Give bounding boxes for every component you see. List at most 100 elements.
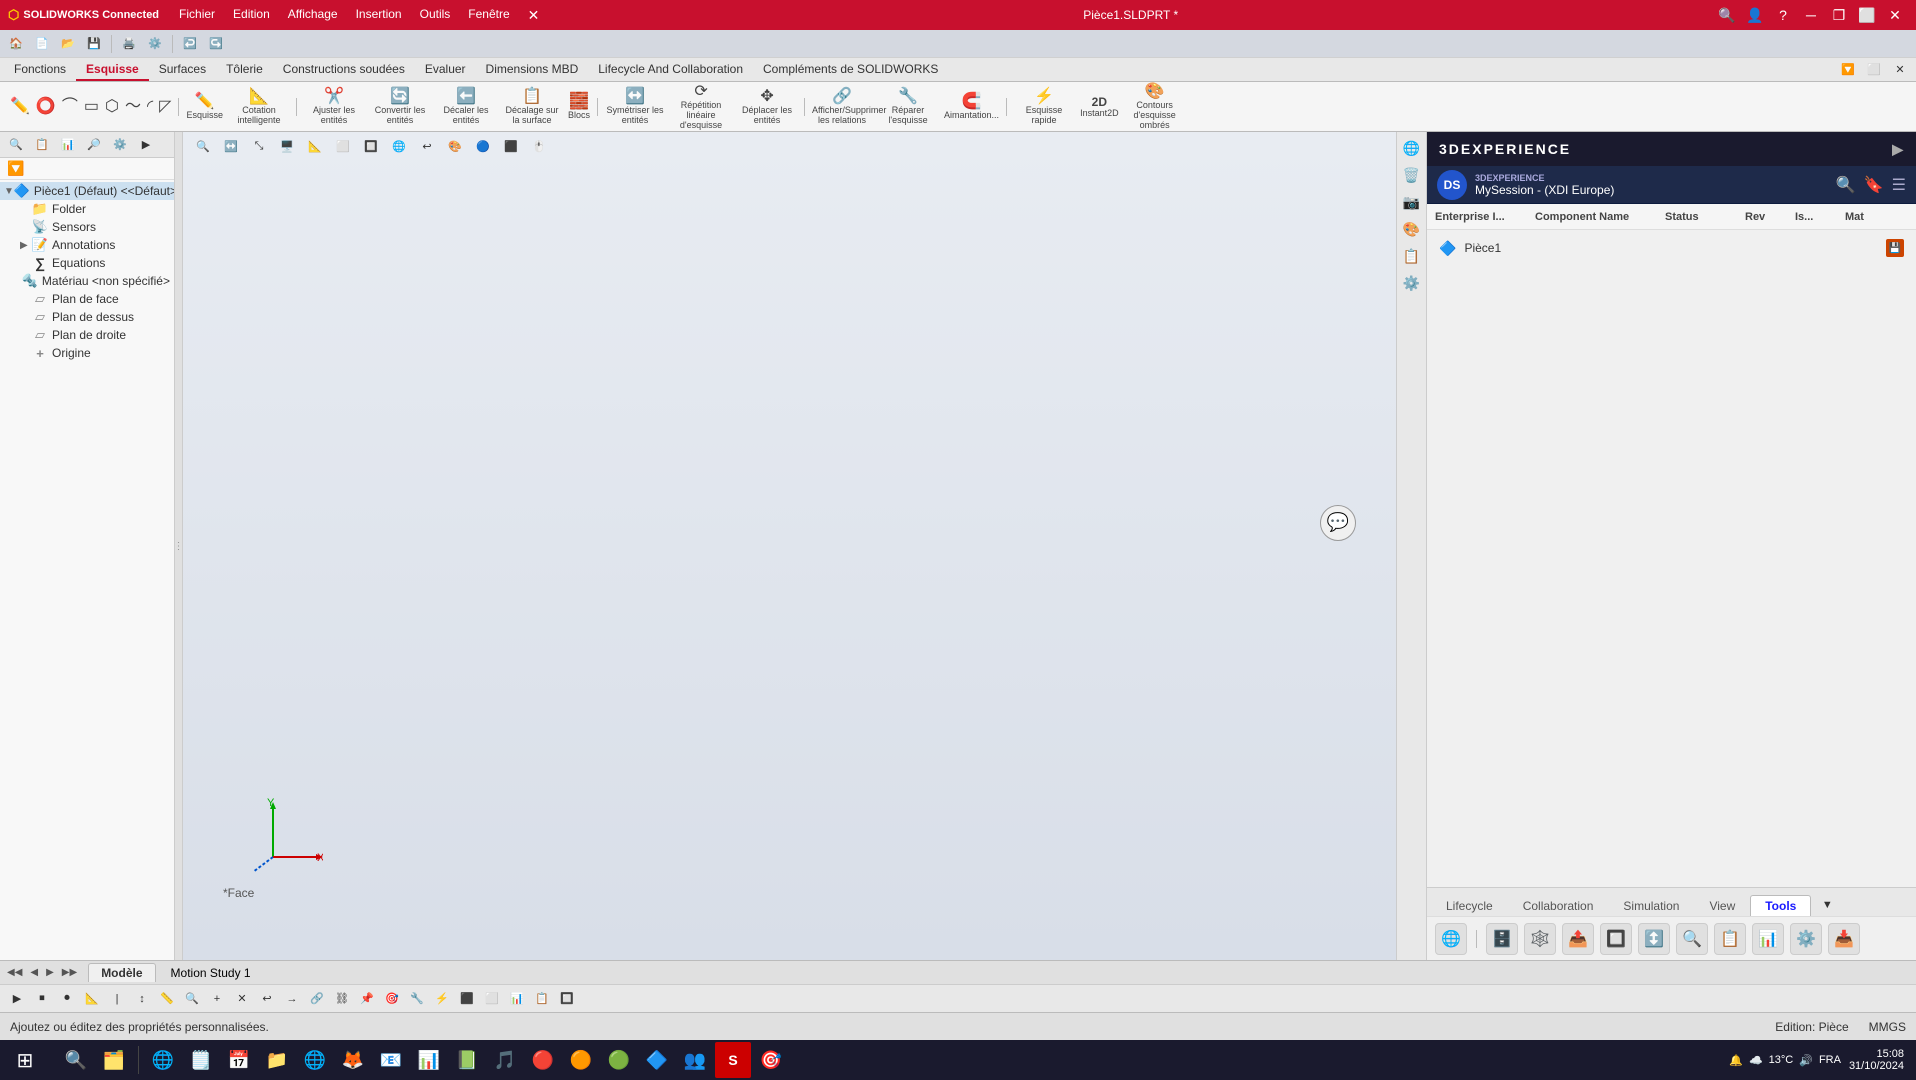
tree-item-folder[interactable]: 📁 Folder: [0, 200, 174, 218]
tab-simulation[interactable]: Simulation: [1608, 895, 1694, 916]
tool-spline[interactable]: 〜: [123, 97, 143, 117]
menu-close-icon[interactable]: ✕: [520, 5, 548, 26]
mt-btn-16[interactable]: 🎯: [381, 988, 403, 1010]
tree-options-icon[interactable]: ⚙️: [108, 134, 132, 156]
sidebar-resize-handle[interactable]: ⋮: [175, 132, 183, 960]
ribbon-minimize-icon[interactable]: 🔽: [1836, 59, 1860, 81]
undo-icon[interactable]: ↩️: [178, 33, 202, 55]
taskbar-notepad-icon[interactable]: 🗒️: [183, 1042, 219, 1078]
vp-tool-6[interactable]: ⬜: [331, 135, 355, 157]
tab-dimensions-mbd[interactable]: Dimensions MBD: [476, 59, 589, 81]
mt-btn-9[interactable]: +: [206, 988, 228, 1010]
tree-item-material[interactable]: 🔩 Matériau <non spécifié>: [0, 272, 174, 290]
menu-insertion[interactable]: Insertion: [348, 5, 410, 26]
menu-fichier[interactable]: Fichier: [171, 5, 223, 26]
taskbar-taskview-icon[interactable]: 🗂️: [96, 1042, 132, 1078]
vp-tool-5[interactable]: 📐: [303, 135, 327, 157]
close-icon[interactable]: ✕: [1882, 5, 1908, 25]
tool-circle[interactable]: ⭕: [34, 97, 58, 117]
redo-icon[interactable]: ↪️: [204, 33, 228, 55]
tab-tolerie[interactable]: Tôlerie: [216, 59, 273, 81]
vp-tool-8[interactable]: 🌐: [387, 135, 411, 157]
tab-view[interactable]: View: [1694, 895, 1750, 916]
mt-btn-7[interactable]: 📏: [156, 988, 178, 1010]
home-icon[interactable]: 🏠: [4, 33, 28, 55]
taskbar-search-icon[interactable]: 🔍: [58, 1042, 94, 1078]
vp-tool-1[interactable]: 🔍: [191, 135, 215, 157]
tool-chamfer[interactable]: ◸: [157, 97, 173, 117]
taskbar-excel2-icon[interactable]: 📗: [449, 1042, 485, 1078]
vp-r-snapshot-icon[interactable]: 📷: [1400, 190, 1424, 214]
mt-btn-5[interactable]: |: [106, 988, 128, 1010]
start-button[interactable]: ⊞: [0, 1040, 50, 1080]
rt-btn-10[interactable]: ⚙️: [1790, 923, 1822, 955]
tool-reparer[interactable]: 🔧Réparer l'esquisse: [876, 87, 940, 127]
tab-surfaces[interactable]: Surfaces: [149, 59, 216, 81]
notification-icon[interactable]: 🔔: [1729, 1054, 1743, 1067]
language-indicator[interactable]: FRA: [1819, 1054, 1841, 1066]
tool-contours-ombrés[interactable]: 🎨Contours d'esquisse ombrés: [1123, 82, 1187, 131]
taskbar-blue-icon[interactable]: 🔷: [639, 1042, 675, 1078]
restore-icon[interactable]: ❐: [1826, 5, 1852, 25]
mt-btn-3[interactable]: ⏺: [56, 988, 78, 1010]
tab-tools[interactable]: Tools: [1750, 895, 1811, 916]
mt-btn-12[interactable]: →: [281, 988, 303, 1010]
open-icon[interactable]: 📂: [56, 33, 80, 55]
vp-r-color-icon[interactable]: 🎨: [1400, 217, 1424, 241]
taskbar-folder-icon[interactable]: 📁: [259, 1042, 295, 1078]
vp-tool-12[interactable]: ⬛: [499, 135, 523, 157]
session-search-icon[interactable]: 🔍: [1836, 175, 1856, 195]
tab-lifecycle[interactable]: Lifecycle: [1431, 895, 1508, 916]
tab-lifecycle-collaboration[interactable]: Lifecycle And Collaboration: [588, 59, 753, 81]
mt-btn-6[interactable]: ↕: [131, 988, 153, 1010]
volume-icon[interactable]: 🔊: [1799, 1054, 1813, 1067]
tool-instant2d[interactable]: 2DInstant2D: [1078, 94, 1121, 120]
tree-item-origine[interactable]: + Origine: [0, 344, 174, 362]
vp-r-settings-icon[interactable]: ⚙️: [1400, 271, 1424, 295]
comment-bubble[interactable]: 💬: [1320, 505, 1356, 541]
minimize-icon[interactable]: ─: [1798, 5, 1824, 25]
session-menu-icon[interactable]: ☰: [1892, 175, 1906, 195]
vp-tool-4[interactable]: 🖥️: [275, 135, 299, 157]
tree-item-annotations[interactable]: ▶ 📝 Annotations: [0, 236, 174, 254]
vp-tool-3[interactable]: ⤡: [247, 135, 271, 157]
tree-more-icon[interactable]: ▶: [134, 134, 158, 156]
mt-btn-8[interactable]: 🔍: [181, 988, 203, 1010]
tool-deplacer[interactable]: ✥Déplacer les entités: [735, 87, 799, 127]
tool-afficher-relations[interactable]: 🔗Afficher/Supprimer les relations: [810, 87, 874, 127]
panel-collapse-icon[interactable]: ▶: [1892, 141, 1904, 158]
session-bookmark-icon[interactable]: 🔖: [1864, 175, 1884, 195]
viewport[interactable]: 🔍 ↔️ ⤡ 🖥️ 📐 ⬜ 🔲 🌐 ↩ 🎨 🔵 ⬛ 🖱️ Y: [183, 132, 1396, 960]
tree-root-item[interactable]: ▼ 🔷 Pièce1 (Défaut) <<Défaut>_Et: [0, 182, 174, 200]
tool-esquisse-rapide[interactable]: ⚡Esquisse rapide: [1012, 87, 1076, 127]
rt-btn-5[interactable]: 🔲: [1600, 923, 1632, 955]
vp-r-globe-icon[interactable]: 🌐: [1400, 136, 1424, 160]
mt-btn-19[interactable]: ⬛: [456, 988, 478, 1010]
component-row[interactable]: 🔷 Pièce1 💾: [1435, 234, 1908, 262]
mt-btn-21[interactable]: 📊: [506, 988, 528, 1010]
vp-tool-10[interactable]: 🎨: [443, 135, 467, 157]
mt-btn-13[interactable]: 🔗: [306, 988, 328, 1010]
vp-tool-2[interactable]: ↔️: [219, 135, 243, 157]
menu-fenetre[interactable]: Fenêtre: [460, 5, 517, 26]
rt-btn-7[interactable]: 🔍: [1676, 923, 1708, 955]
rt-btn-4[interactable]: 📤: [1562, 923, 1594, 955]
tab-constructions-soudees[interactable]: Constructions soudées: [273, 59, 415, 81]
rt-btn-11[interactable]: 📥: [1828, 923, 1860, 955]
tree-search-icon[interactable]: 🔎: [82, 134, 106, 156]
tab-nav-last[interactable]: ▶▶: [59, 966, 80, 979]
tool-repetition[interactable]: ⟳Répétition linéaire d'esquisse: [669, 82, 733, 131]
tab-modele[interactable]: Modèle: [88, 963, 155, 982]
tab-collaboration[interactable]: Collaboration: [1508, 895, 1609, 916]
user-icon[interactable]: 👤: [1742, 5, 1768, 25]
tool-ajuster[interactable]: ✂️Ajuster les entités: [302, 87, 366, 127]
taskbar-mail-icon[interactable]: 📧: [373, 1042, 409, 1078]
tool-aimantation[interactable]: 🧲Aimantation...: [942, 92, 1001, 122]
taskbar-excel-icon[interactable]: 📊: [411, 1042, 447, 1078]
tool-decaler-entites[interactable]: ⬅️Décaler les entités: [434, 87, 498, 127]
help-icon[interactable]: ?: [1770, 5, 1796, 25]
mt-btn-11[interactable]: ↩: [256, 988, 278, 1010]
taskbar-teams-icon[interactable]: 👥: [677, 1042, 713, 1078]
taskbar-orange-icon[interactable]: 🟠: [563, 1042, 599, 1078]
tab-motion-study-1[interactable]: Motion Study 1: [158, 963, 264, 982]
